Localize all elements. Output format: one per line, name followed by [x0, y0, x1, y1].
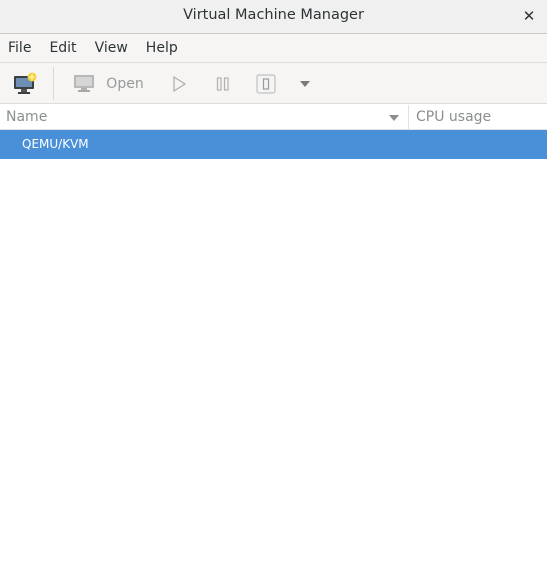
close-icon[interactable]: ✕ — [519, 6, 539, 26]
shutdown-button[interactable] — [251, 63, 281, 104]
title-bar[interactable]: Virtual Machine Manager ✕ — [0, 0, 547, 34]
menu-help[interactable]: Help — [146, 34, 178, 63]
chevron-down-icon — [300, 80, 310, 87]
column-cpu-header[interactable]: CPU usage — [410, 105, 547, 130]
open-button[interactable]: Open — [64, 63, 152, 104]
new-vm-button[interactable] — [6, 63, 44, 104]
run-button[interactable] — [164, 63, 194, 104]
table-row[interactable]: QEMU/KVM — [0, 130, 547, 159]
new-vm-icon — [14, 72, 37, 94]
app-window: Virtual Machine Manager ✕ File Edit View… — [0, 0, 547, 579]
window-title: Virtual Machine Manager — [183, 7, 364, 23]
menu-edit[interactable]: Edit — [49, 34, 76, 63]
pause-icon — [216, 76, 229, 91]
pause-button[interactable] — [208, 63, 238, 104]
monitor-icon — [74, 74, 95, 92]
open-label: Open — [106, 75, 144, 92]
shutdown-menu-button[interactable] — [292, 63, 318, 104]
column-cpu-label: CPU usage — [416, 109, 492, 125]
menu-view[interactable]: View — [95, 34, 128, 63]
menu-bar: File Edit View Help — [0, 34, 547, 63]
shutdown-icon — [256, 74, 276, 93]
column-name-label: Name — [6, 109, 48, 125]
column-name-header[interactable]: Name — [0, 105, 409, 130]
connection-name: QEMU/KVM — [22, 137, 89, 151]
play-icon — [173, 75, 187, 92]
toolbar-separator — [53, 67, 54, 100]
toolbar: Open — [0, 63, 547, 104]
sort-down-icon — [389, 115, 399, 121]
column-header: Name CPU usage — [0, 105, 547, 130]
menu-file[interactable]: File — [8, 34, 31, 63]
